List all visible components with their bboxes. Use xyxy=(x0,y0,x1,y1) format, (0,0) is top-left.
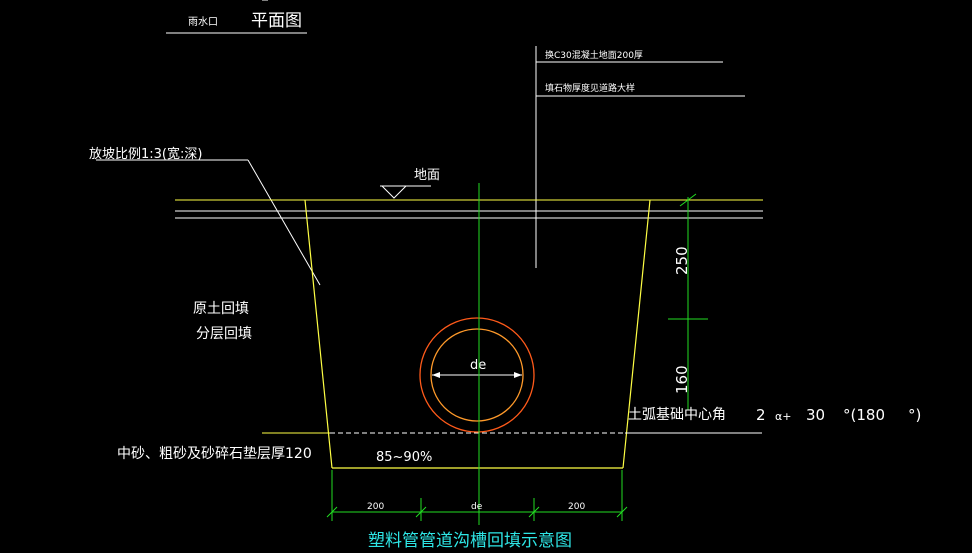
slope-annotation: 放坡比例1:3(宽:深) xyxy=(89,146,321,286)
bedding-label: 中砂、粗砂及砂碎石垫层厚120 xyxy=(117,446,312,462)
note-stone: 填石物厚度见道路大样 xyxy=(545,82,635,94)
header: 雨水口 平面图 xyxy=(166,0,307,34)
header-title: 平面图 xyxy=(251,11,302,31)
formula-30: 30 xyxy=(806,406,825,424)
note-concrete: 换C30混凝土地面200厚 xyxy=(545,49,643,61)
hdim-mid-value: de xyxy=(471,502,483,512)
formula-2: 2 xyxy=(756,406,766,424)
slope-leader xyxy=(247,159,321,286)
pipe-diameter-arrow-left xyxy=(432,372,440,378)
formula-alpha: α+ xyxy=(775,410,791,423)
trench xyxy=(262,199,762,469)
pipe-diameter-label: de xyxy=(470,358,486,373)
vdim-top-value: 250 xyxy=(673,246,691,275)
formula-180: °(180 xyxy=(843,406,885,424)
ground-symbol-triangle xyxy=(381,185,407,199)
drawing-caption: 塑料管管道沟槽回填示意图 xyxy=(368,531,572,551)
hdim-right-value: 200 xyxy=(568,502,585,512)
header-small-label: 雨水口 xyxy=(188,16,218,28)
formula-close: °) xyxy=(908,406,921,424)
trench-wall-left xyxy=(304,199,333,469)
trench-backfill-drawing: 雨水口 平面图 换C30混凝土地面200厚 填石物厚度见道路大样 放坡比例1:3… xyxy=(89,0,921,551)
pipe-diameter-arrow-right xyxy=(514,372,522,378)
trench-wall-right xyxy=(622,199,651,469)
pipe: de xyxy=(419,317,535,433)
notes-leader: 换C30混凝土地面200厚 填石物厚度见道路大样 xyxy=(535,46,745,268)
backfill-label-2: 分层回填 xyxy=(196,326,252,342)
hdim-left-value: 200 xyxy=(367,502,384,512)
base-angle-label: 土弧基础中心角 xyxy=(628,406,726,423)
vertical-dimension: 250 160 xyxy=(668,193,708,410)
backfill-label-1: 原土回填 xyxy=(193,301,249,317)
vdim-bottom-value: 160 xyxy=(673,365,691,394)
horizontal-dimension: 200 de 200 xyxy=(326,470,628,521)
compaction-label: 85~90% xyxy=(376,450,432,465)
ground-label: 地面 xyxy=(414,168,440,183)
ground-surface: 地面 xyxy=(175,168,763,219)
